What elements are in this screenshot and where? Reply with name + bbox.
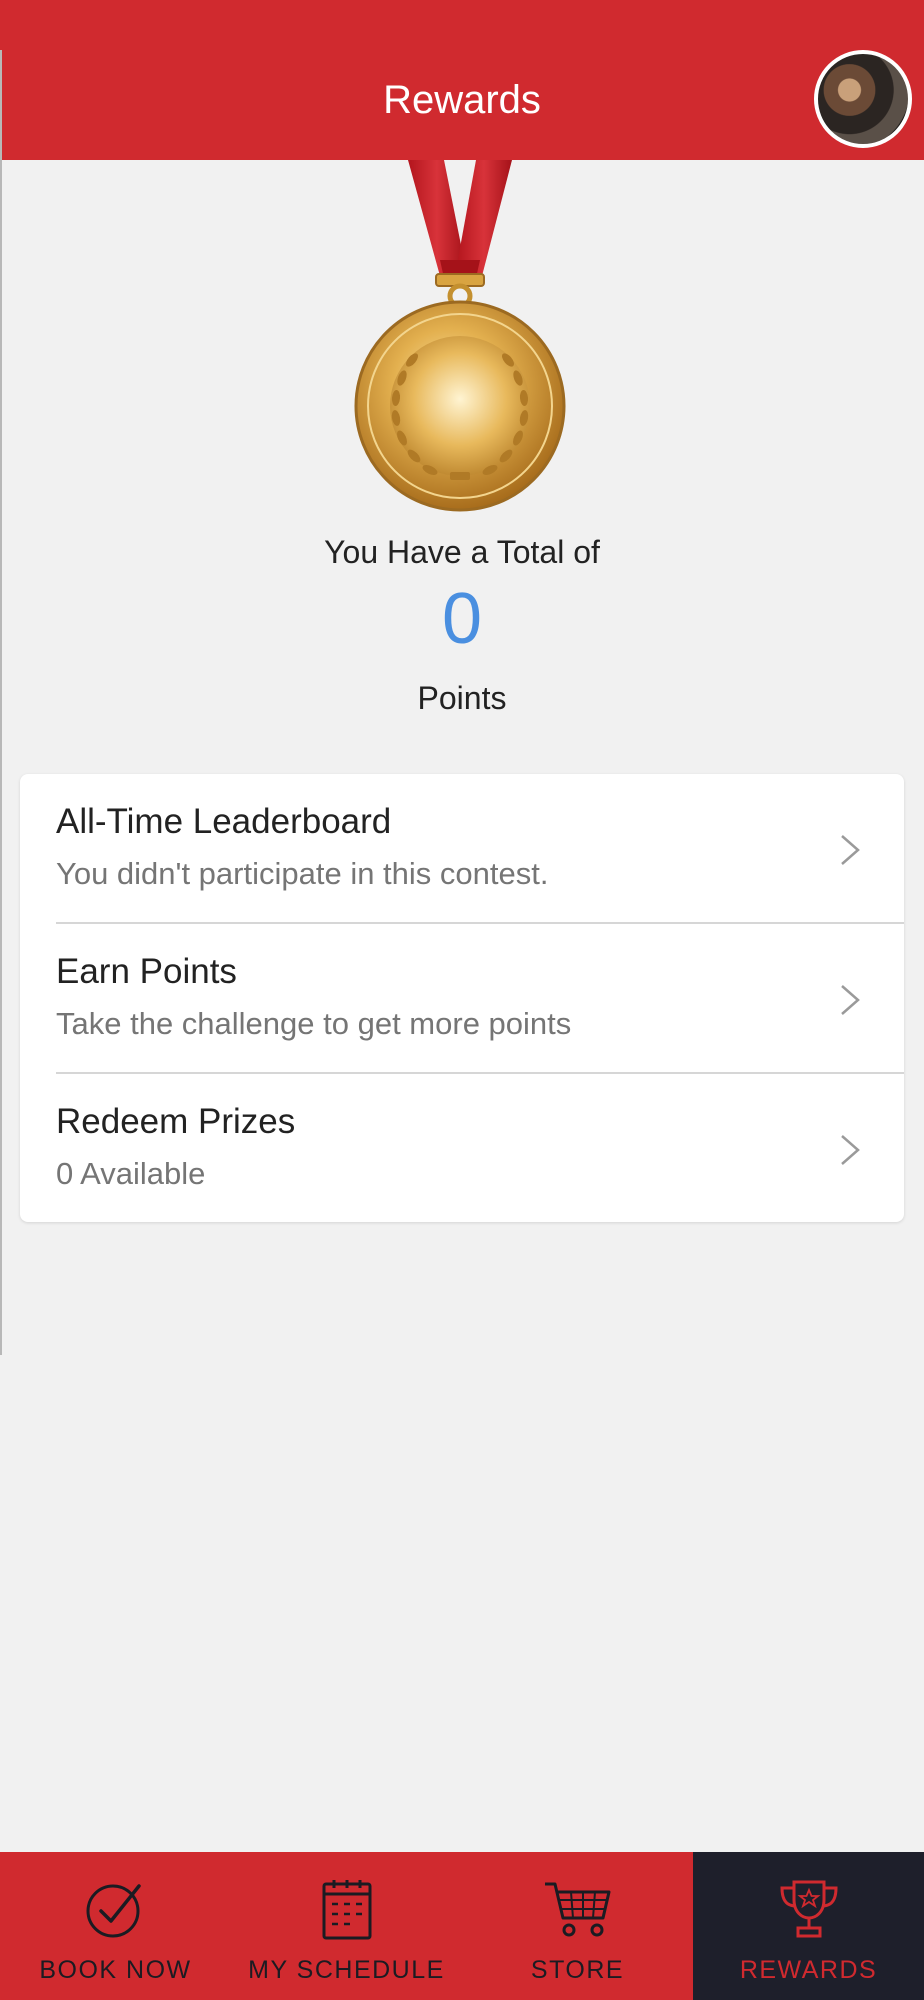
chevron-right-icon	[841, 835, 860, 865]
row-subtitle: 0 Available	[56, 1156, 206, 1191]
avatar[interactable]	[814, 50, 912, 148]
app-header: Rewards	[0, 0, 924, 160]
nav-rewards[interactable]: REWARDS	[693, 1852, 924, 2000]
rewards-screen: Rewards You Have a Total of 0 Points All…	[0, 0, 924, 2000]
nav-store[interactable]: STORE	[462, 1852, 693, 2000]
leaderboard-row[interactable]: All-Time Leaderboard You didn't particip…	[20, 774, 904, 923]
chevron-right-icon	[841, 1135, 860, 1165]
row-subtitle: Take the challenge to get more points	[56, 1006, 572, 1041]
check-circle-icon	[86, 1884, 141, 1938]
row-title: Earn Points	[56, 952, 237, 991]
total-points-label: You Have a Total of	[324, 534, 600, 570]
nav-label: STORE	[530, 1956, 625, 1984]
earn-points-row[interactable]: Earn Points Take the challenge to get mo…	[20, 924, 904, 1073]
row-title: Redeem Prizes	[56, 1102, 296, 1141]
nav-book-now[interactable]: BOOK NOW	[0, 1852, 231, 2000]
bottom-nav: BOOK NOW MY SCHEDULE STORE REWARDS	[0, 1852, 924, 2000]
points-value: 0	[441, 579, 483, 659]
rewards-menu-card: All-Time Leaderboard You didn't particip…	[20, 774, 904, 1222]
medal-icon	[354, 160, 566, 512]
nav-label: REWARDS	[739, 1956, 878, 1984]
nav-label: MY SCHEDULE	[248, 1956, 445, 1984]
redeem-prizes-row[interactable]: Redeem Prizes 0 Available	[20, 1074, 904, 1223]
nav-my-schedule[interactable]: MY SCHEDULE	[231, 1852, 462, 2000]
cart-icon	[544, 1882, 610, 1937]
row-title: All-Time Leaderboard	[56, 802, 392, 841]
nav-label: BOOK NOW	[39, 1956, 192, 1984]
page-title: Rewards	[383, 78, 541, 122]
trophy-icon	[779, 1880, 838, 1938]
chevron-right-icon	[841, 985, 860, 1015]
calendar-icon	[322, 1880, 371, 1940]
row-subtitle: You didn't participate in this contest.	[56, 856, 549, 891]
points-unit-label: Points	[417, 680, 507, 716]
